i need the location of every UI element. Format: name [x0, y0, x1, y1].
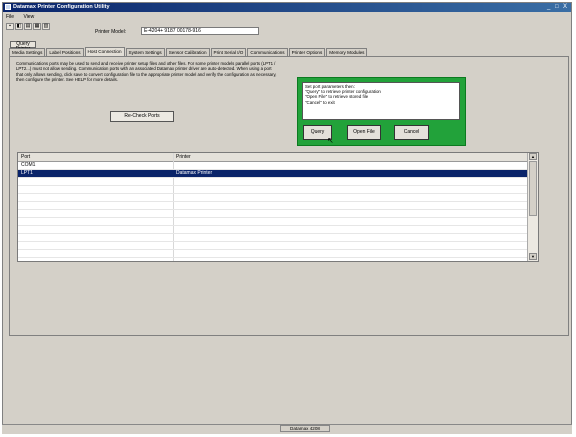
ports-table: Port Printer COM1 LPT1 Datamax Printer ▲…	[17, 152, 539, 262]
table-row[interactable]	[18, 194, 528, 202]
status-text: Datamax 4208	[280, 425, 330, 432]
scroll-up-icon[interactable]: ▲	[529, 153, 537, 160]
app-icon	[5, 4, 11, 10]
column-header-printer[interactable]: Printer	[176, 154, 191, 160]
table-row[interactable]: COM1	[18, 162, 528, 170]
maximize-button[interactable]: □	[555, 4, 559, 10]
dialog-message: Set port parameters then: "Query" to ret…	[302, 82, 460, 120]
table-row[interactable]	[18, 178, 528, 186]
table-row[interactable]	[18, 242, 528, 250]
menu-file[interactable]: File	[6, 14, 14, 20]
dialog-line: "Cancel" to exit	[305, 99, 335, 105]
table-header: Port Printer	[18, 153, 528, 162]
window-title: Datamax Printer Configuration Utility	[13, 4, 110, 10]
menu-bar: File View	[6, 14, 42, 21]
table-row-selected[interactable]: LPT1 Datamax Printer	[18, 170, 528, 178]
menu-view[interactable]: View	[23, 14, 34, 20]
table-row[interactable]	[18, 218, 528, 226]
settings-icon[interactable]: ▥	[42, 23, 50, 30]
mouse-pointer-icon: ↖	[327, 136, 334, 145]
printer-model-label: Printer Model:	[95, 29, 127, 35]
dialog-cancel-button[interactable]: Cancel	[394, 125, 429, 140]
table-row[interactable]	[18, 210, 528, 218]
printer-model-field[interactable]: E-4204+ 9187 00178-916	[141, 27, 259, 35]
minimize-button[interactable]: _	[547, 4, 550, 10]
send-icon[interactable]: ▤	[24, 23, 32, 30]
recheck-ports-button[interactable]: Re-Check Ports	[110, 111, 174, 122]
table-row[interactable]	[18, 202, 528, 210]
save-icon[interactable]: ▪	[6, 23, 14, 30]
scroll-down-icon[interactable]: ▼	[529, 253, 537, 260]
dialog-open-file-button[interactable]: Open File	[347, 125, 381, 140]
print-icon[interactable]: ▦	[33, 23, 41, 30]
table-row[interactable]	[18, 186, 528, 194]
column-header-port[interactable]: Port	[21, 154, 30, 160]
cell-port: COM1	[21, 162, 36, 168]
table-scrollbar[interactable]: ▲ ▼	[527, 153, 538, 261]
open-icon[interactable]: ◧	[15, 23, 23, 30]
query-printer-button[interactable]: Query Printer	[10, 41, 36, 52]
cell-port: LPT1	[21, 170, 33, 176]
title-bar: Datamax Printer Configuration Utility _ …	[3, 3, 571, 12]
toolbar: ▪ ◧ ▤ ▦ ▥	[6, 21, 106, 33]
table-row[interactable]	[18, 250, 528, 258]
scroll-thumb[interactable]	[529, 161, 537, 216]
close-button[interactable]: X	[563, 4, 567, 10]
table-row[interactable]	[18, 234, 528, 242]
cell-printer: Datamax Printer	[176, 170, 213, 176]
host-connection-description: Communications ports may be used to send…	[16, 61, 277, 83]
table-row[interactable]	[18, 226, 528, 234]
